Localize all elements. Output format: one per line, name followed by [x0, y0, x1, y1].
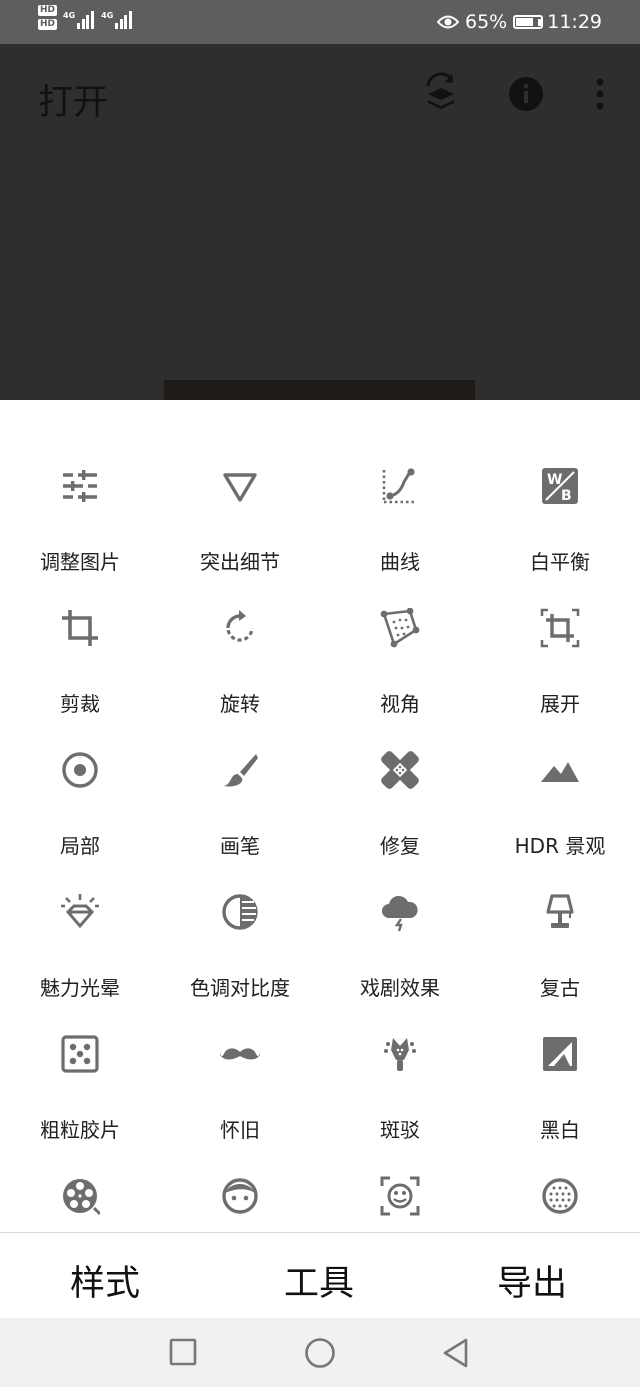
tool-healing[interactable]: 修复: [320, 704, 480, 858]
hd-badge-sim2: HD: [38, 19, 58, 30]
grainy-film-icon: [61, 1035, 99, 1073]
battery-icon: [513, 15, 544, 29]
dotted-circle-icon: [542, 1178, 578, 1214]
rotate-icon: [226, 610, 254, 642]
app-header: 打开: [0, 44, 640, 400]
tool-hdr[interactable]: HDR 景观: [480, 704, 640, 858]
clock: 11:29: [547, 11, 602, 33]
selective-icon: [62, 752, 98, 788]
tool-head-pose[interactable]: [320, 1130, 480, 1232]
svg-text:B: B: [561, 488, 572, 504]
grunge-guitar-icon: [384, 1038, 416, 1071]
tool-perspective[interactable]: 视角: [320, 562, 480, 716]
crop-icon: [62, 610, 98, 646]
tool-tune-image[interactable]: 调整图片: [0, 420, 160, 574]
tool-film[interactable]: [0, 1130, 160, 1232]
back-triangle-icon[interactable]: [441, 1337, 471, 1369]
layers-undo-icon[interactable]: [420, 72, 462, 120]
tool-white-balance[interactable]: W B 白平衡: [480, 420, 640, 574]
more-vert-icon[interactable]: [588, 76, 612, 116]
tools-panel: 调整图片 突出细节 曲线 W B 白平衡 剪裁 旋转 视角 展开 局部 画笔 修…: [0, 400, 640, 1232]
vintage-lamp-icon: [546, 894, 574, 928]
face-icon: [222, 1178, 258, 1214]
tool-glamour[interactable]: 魅力光晕: [0, 846, 160, 1000]
tool-tonal-contrast[interactable]: 色调对比度: [160, 846, 320, 1000]
eye-comfort-icon: [437, 15, 459, 29]
triangle-details-icon: [223, 473, 257, 502]
tune-sliders-icon: [63, 470, 97, 502]
expand-icon: [540, 608, 580, 648]
tab-tools[interactable]: 工具: [284, 1255, 354, 1306]
network-type-label: 4G: [101, 11, 114, 20]
mustache-icon: [220, 1048, 260, 1060]
tool-expand[interactable]: 展开: [480, 562, 640, 716]
tool-retrolux[interactable]: 怀旧: [160, 988, 320, 1142]
signal-icon-sim1: 4G: [63, 5, 95, 29]
signal-icon-sim2: 4G: [101, 5, 133, 29]
status-bar: HD HD 4G 4G 65% 11:29: [0, 0, 640, 44]
recents-square-icon[interactable]: [169, 1338, 197, 1366]
film-reel-icon: [63, 1179, 100, 1216]
bottom-tab-bar: 样式 工具 导出: [0, 1232, 640, 1318]
glamour-glow-icon: [61, 894, 99, 929]
tab-export[interactable]: 导出: [497, 1255, 567, 1306]
tool-selective[interactable]: 局部: [0, 704, 160, 858]
tool-black-white[interactable]: 黑白: [480, 988, 640, 1142]
hd-badge-sim1: HD: [38, 5, 58, 16]
tool-drama[interactable]: 戏剧效果: [320, 846, 480, 1000]
hdr-mountain-icon: [541, 762, 579, 782]
sim-indicators: HD HD 4G 4G: [38, 5, 133, 30]
healing-icon: [381, 751, 419, 789]
black-white-icon: [543, 1037, 577, 1071]
tool-portrait[interactable]: [160, 1130, 320, 1232]
tool-details[interactable]: 突出细节: [160, 420, 320, 574]
svg-text:W: W: [547, 472, 562, 488]
white-balance-icon: W B: [542, 468, 578, 504]
info-icon[interactable]: [508, 76, 544, 116]
tool-grainy-film[interactable]: 粗粒胶片: [0, 988, 160, 1142]
tool-crop[interactable]: 剪裁: [0, 562, 160, 716]
battery-percent: 65%: [465, 11, 508, 33]
brush-icon: [224, 754, 258, 787]
tonal-contrast-icon: [222, 894, 258, 930]
home-circle-icon[interactable]: [304, 1337, 336, 1369]
face-detect-icon: [380, 1176, 420, 1216]
open-button[interactable]: 打开: [38, 74, 108, 125]
tool-brush[interactable]: 画笔: [160, 704, 320, 858]
tool-curves[interactable]: 曲线: [320, 420, 480, 574]
tool-grunge[interactable]: 斑驳: [320, 988, 480, 1142]
tab-styles[interactable]: 样式: [70, 1255, 140, 1306]
photo-preview: [164, 380, 475, 400]
tool-vintage[interactable]: 复古: [480, 846, 640, 1000]
tool-rotate[interactable]: 旋转: [160, 562, 320, 716]
perspective-icon: [380, 608, 420, 648]
network-type-label: 4G: [63, 11, 76, 20]
tool-lens-blur[interactable]: [480, 1130, 640, 1232]
system-nav-bar: [0, 1318, 640, 1387]
curves-icon: [382, 468, 416, 504]
drama-cloud-icon: [382, 895, 418, 932]
